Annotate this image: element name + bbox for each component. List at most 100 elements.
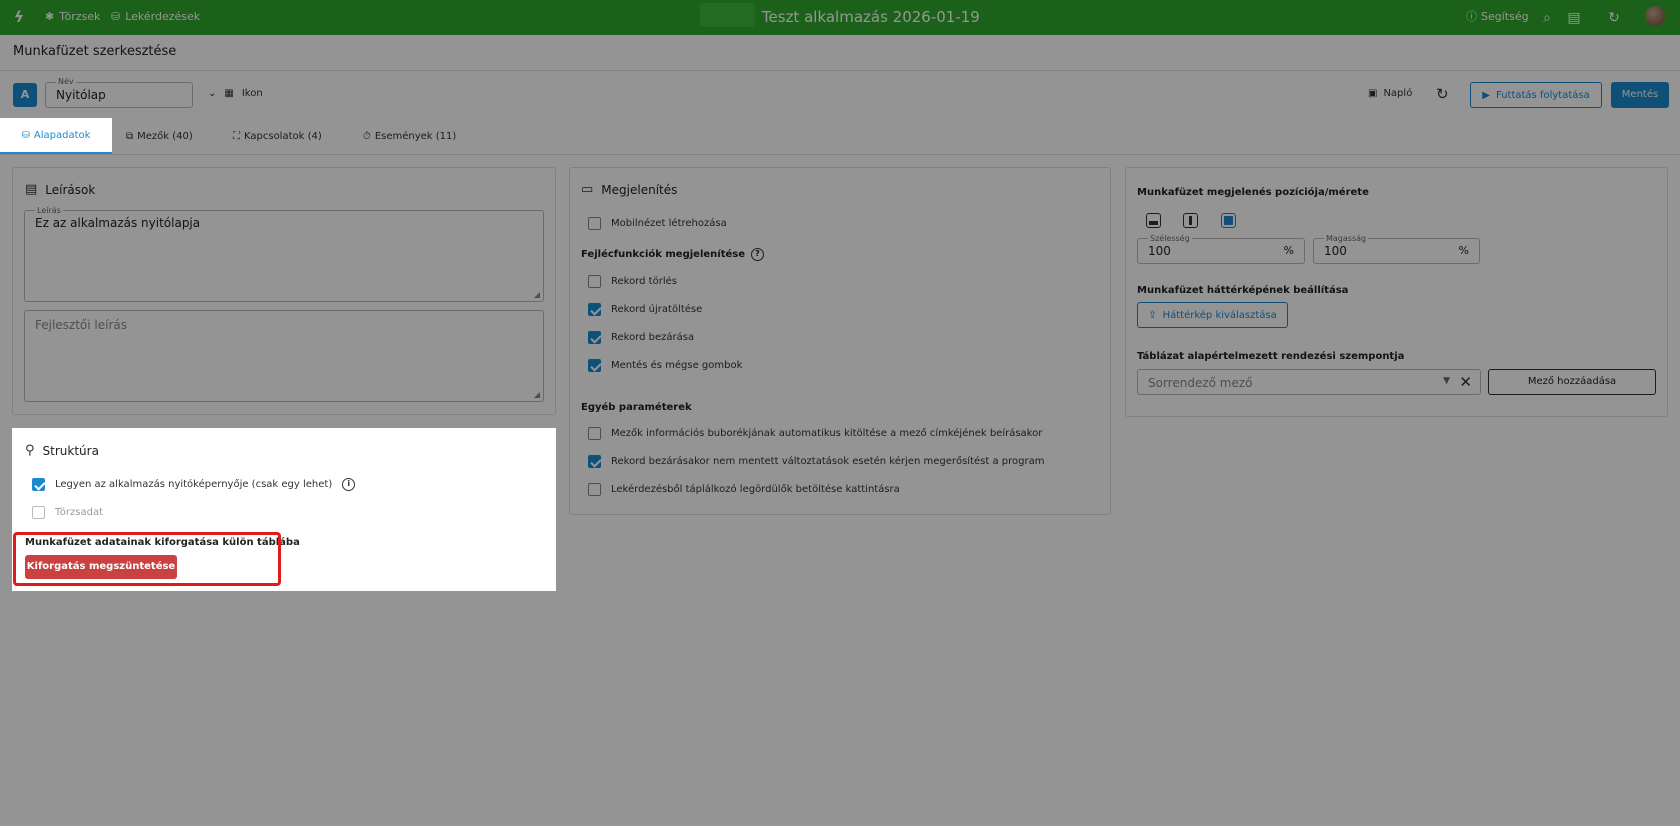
tab-divider (0, 154, 1680, 155)
tab-mezok[interactable]: ⧉ Mezők (40) (126, 118, 193, 154)
resize-grip-icon[interactable]: ◢ (534, 290, 540, 299)
background-title: Munkafüzet háttérképének beállítása (1137, 285, 1348, 296)
height-value: 100 (1324, 244, 1347, 258)
start-screen-option[interactable]: Legyen az alkalmazás nyitóképernyője (cs… (32, 478, 356, 491)
header-option-checkbox[interactable] (588, 359, 601, 372)
help-icon[interactable]: ? (751, 248, 764, 261)
other-option-checkbox[interactable] (588, 483, 601, 496)
header-functions-title: Fejlécfunkciók megjelenítése (581, 249, 745, 260)
header-option-delete[interactable]: Rekord törlés (588, 275, 677, 288)
header-functions-section: Fejlécfunkciók megjelenítése ? (581, 248, 764, 261)
header-option-checkbox[interactable] (588, 303, 601, 316)
height-label: Magasság (1324, 234, 1369, 243)
clear-icon[interactable]: ✕ (1459, 373, 1472, 391)
width-label: Szélesség (1148, 234, 1192, 243)
description-value: Ez az alkalmazás nyitólapja (35, 216, 201, 230)
other-option-dropdown[interactable]: Lekérdezésből táplálkozó legördülők betö… (588, 483, 900, 496)
sort-select[interactable]: Sorrendező mező ▼ ✕ (1137, 369, 1481, 395)
tab-esemenyek[interactable]: ⏱ Események (11) (363, 118, 456, 154)
height-unit: % (1458, 244, 1469, 257)
other-params-section: Egyéb paraméterek (581, 402, 692, 413)
help-circle-icon: ⓘ (1466, 10, 1477, 23)
chevron-down-icon: ⌄ (208, 88, 217, 99)
tab-alapadatok-label: Alapadatok (33, 129, 91, 141)
other-option-confirm[interactable]: Rekord bezárásakor nem mentett változtat… (588, 455, 1044, 468)
structure-title-text: Struktúra (42, 443, 99, 458)
height-field[interactable]: Magasság 100 % (1313, 234, 1480, 264)
dim-overlay (0, 428, 12, 591)
workbook-avatar[interactable]: A (13, 83, 37, 107)
app-title: Teszt alkalmazás 2026-01-19 (0, 3, 1680, 27)
top-bar: ϟ ✱ Törzsek ⛁ Lekérdezések Teszt alkalma… (0, 0, 1680, 35)
other-option-label: Lekérdezésből táplálkozó legördülők betö… (611, 484, 900, 495)
other-option-checkbox[interactable] (588, 455, 601, 468)
tab-kapcsolatok[interactable]: ⛶ Kapcsolatok (4) (233, 118, 322, 154)
save-button[interactable]: Mentés (1611, 82, 1669, 108)
description-label: Leírás (35, 206, 63, 215)
clipboard-icon: ▣ (1368, 88, 1378, 99)
user-avatar[interactable] (1645, 6, 1665, 26)
relations-icon: ⛶ (233, 130, 240, 142)
header-option-checkbox[interactable] (588, 331, 601, 344)
header-option-checkbox[interactable] (588, 275, 601, 288)
other-option-checkbox[interactable] (588, 427, 601, 440)
sort-title: Táblázat alapértelmezett rendezési szemp… (1137, 351, 1404, 362)
run-continue-button[interactable]: ▶ Futtatás folytatása (1470, 82, 1602, 108)
header-option-save-cancel[interactable]: Mentés és mégse gombok (588, 359, 742, 372)
display-icon: ▭ (581, 182, 594, 197)
position-full-icon[interactable] (1221, 213, 1236, 228)
width-value: 100 (1148, 244, 1171, 258)
help-link[interactable]: ⓘ Segítség (1466, 8, 1529, 24)
width-field[interactable]: Szélesség 100 % (1137, 234, 1305, 264)
refresh-icon[interactable]: ↻ (1436, 85, 1449, 103)
description-textarea[interactable]: Leírás Ez az alkalmazás nyitólapja ◢ (24, 206, 544, 302)
add-field-button[interactable]: Mező hozzáadása (1488, 369, 1656, 395)
start-screen-label: Legyen az alkalmazás nyitóképernyője (cs… (55, 479, 333, 490)
grid-icon: ▦ (224, 88, 234, 99)
header-option-close[interactable]: Rekord bezárása (588, 331, 694, 344)
log-label: Napló (1383, 88, 1413, 99)
name-field-label: Név (56, 77, 76, 86)
tab-kapcsolatok-label: Kapcsolatok (4) (244, 130, 322, 142)
highlight-box (13, 532, 281, 586)
dim-overlay (0, 591, 1680, 834)
info-icon[interactable]: i (342, 478, 356, 491)
header-option-label: Rekord újratöltése (611, 304, 703, 315)
other-option-label: Rekord bezárásakor nem mentett változtat… (611, 456, 1045, 467)
tab-alapadatok[interactable]: ⛁ Alapadatok (0, 118, 112, 154)
name-field[interactable]: Név Nyitólap (45, 77, 193, 108)
help-label: Segítség (1481, 9, 1529, 23)
dropdown-arrow-icon[interactable]: ▼ (1443, 376, 1450, 386)
dev-description-textarea[interactable]: Fejlesztői leírás ◢ (24, 310, 544, 402)
icon-selector[interactable]: ⌄ ▦ Ikon (208, 88, 263, 99)
start-screen-checkbox[interactable] (32, 478, 45, 491)
app-title-text: Teszt alkalmazás 2026-01-19 (761, 8, 980, 26)
page-title: Munkafüzet szerkesztése (13, 44, 177, 59)
position-title-text: Munkafüzet megjelenés pozíciója/mérete (1137, 187, 1369, 198)
position-title: Munkafüzet megjelenés pozíciója/mérete (1137, 187, 1369, 198)
reload-icon[interactable]: ↻ (1605, 9, 1623, 27)
sort-title-text: Táblázat alapértelmezett rendezési szemp… (1137, 351, 1405, 362)
log-button[interactable]: ▣ Napló (1368, 88, 1412, 99)
hierarchy-icon: ⚲ (25, 443, 35, 458)
search-icon[interactable]: ⌕ (1538, 9, 1556, 27)
display-title-text: Megjelenítés (601, 182, 678, 197)
mobile-view-label: Mobilnézet létrehozása (611, 218, 727, 229)
select-background-button[interactable]: ⇪ Háttérkép kiválasztása (1137, 302, 1288, 328)
other-params-title: Egyéb paraméterek (581, 402, 692, 413)
select-background-label: Háttérkép kiválasztása (1162, 309, 1277, 321)
position-side-icon[interactable] (1183, 213, 1198, 228)
list-icon: ▤ (25, 182, 38, 197)
mobile-view-checkbox[interactable] (588, 217, 601, 230)
header-option-reload[interactable]: Rekord újratöltése (588, 303, 702, 316)
resize-grip-icon[interactable]: ◢ (534, 390, 540, 399)
play-icon: ▶ (1482, 89, 1490, 101)
descriptions-title: ▤ Leírások (25, 182, 95, 197)
run-continue-label: Futtatás folytatása (1495, 89, 1590, 101)
master-data-label: Törzsadat (55, 507, 104, 518)
position-bottom-icon[interactable] (1146, 213, 1161, 228)
other-option-tooltip[interactable]: Mezők információs buborékjának automatik… (588, 427, 1042, 440)
clipboard-search-icon[interactable]: ▤ (1565, 9, 1583, 27)
mobile-view-option[interactable]: Mobilnézet létrehozása (588, 217, 727, 230)
other-option-label: Mezők információs buborékjának automatik… (611, 428, 1043, 439)
